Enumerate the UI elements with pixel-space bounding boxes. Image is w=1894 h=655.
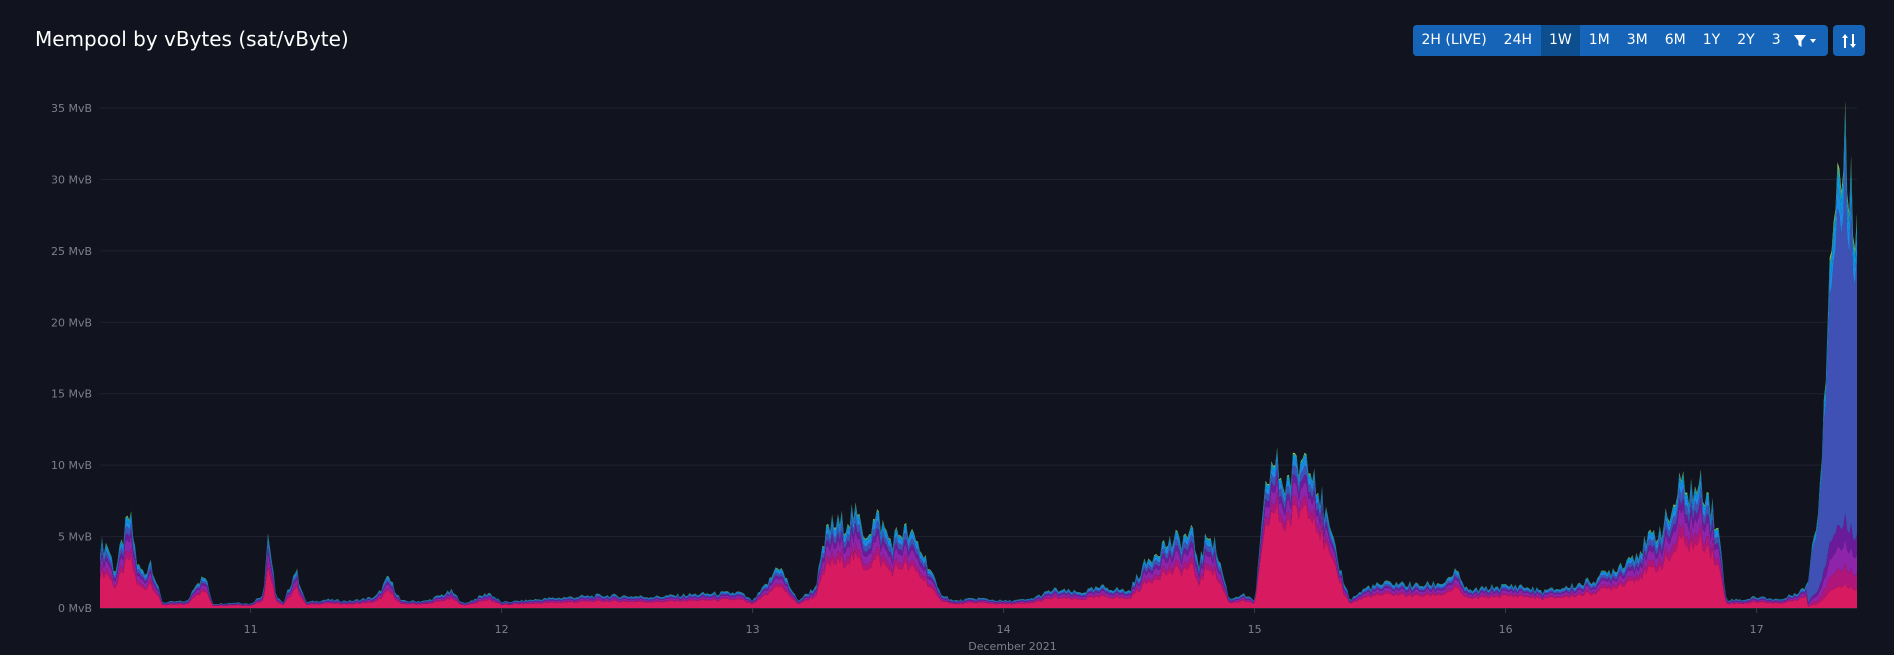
x-tick-label: 16: [1499, 623, 1513, 636]
y-tick-label: 5 MvB: [58, 531, 92, 544]
x-axis: 11 12 13 14 15 16 17 December 2021: [244, 608, 1764, 653]
chart-areas: [100, 100, 1857, 608]
x-tick-label: 14: [997, 623, 1011, 636]
fee-band-area-4: [100, 153, 1857, 605]
mempool-area-chart: 0 MvB 5 MvB 10 MvB 15 MvB 20 MvB 25 MvB 30 MvB…: [51, 100, 1857, 653]
y-tick-label: 15 MvB: [51, 388, 92, 401]
y-tick-label: 25 MvB: [51, 245, 92, 258]
y-axis: 0 MvB 5 MvB 10 MvB 15 MvB 20 MvB 25 MvB 30 MvB…: [51, 102, 92, 615]
y-tick-label: 20 MvB: [51, 316, 92, 329]
x-tick-label: 15: [1248, 623, 1262, 636]
fee-band-area-7: [100, 105, 1857, 605]
y-tick-label: 30 MvB: [51, 173, 92, 186]
x-tick-label: 12: [495, 623, 509, 636]
fee-band-area-8: [100, 100, 1857, 605]
y-tick-label: 35 MvB: [51, 102, 92, 115]
x-tick-label: 13: [746, 623, 760, 636]
chart-grid: [100, 107, 1857, 609]
x-tick-label: 11: [244, 623, 258, 636]
mempool-chart-page: Mempool by vBytes (sat/vByte) 2H (LIVE) 2…: [0, 0, 1894, 655]
fee-band-area-6: [100, 113, 1857, 605]
x-tick-label: 17: [1750, 623, 1764, 636]
y-tick-label: 0 MvB: [58, 602, 92, 615]
fee-band-area-5: [100, 128, 1857, 605]
y-tick-label: 10 MvB: [51, 459, 92, 472]
x-axis-label: December 2021: [968, 640, 1057, 653]
